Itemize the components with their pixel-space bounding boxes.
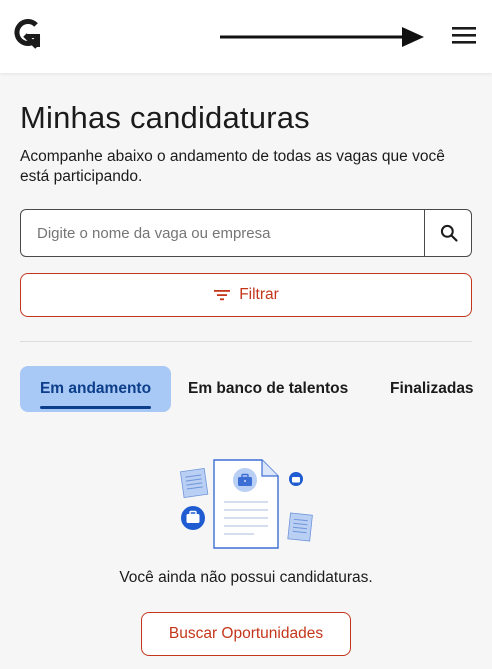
applications-tabs: Em andamento Em banco de talentos Finali… [20,366,492,412]
search-icon [440,224,458,242]
tab-label: Em andamento [39,380,152,397]
document-sheet-left [179,467,209,498]
tab-em-andamento[interactable]: Em andamento [20,366,171,412]
briefcase-badge-right [289,472,303,486]
search-button[interactable] [424,210,471,256]
main-document [213,459,279,549]
search-bar [20,209,472,257]
tab-label: Em banco de talentos [188,380,349,397]
section-divider [20,341,472,342]
active-tab-indicator [40,406,151,409]
page-title: Minhas candidaturas [20,100,310,135]
app-header [0,0,492,73]
documents-illustration [179,459,313,549]
document-sheet-right [287,512,313,542]
arrow-right-icon [220,27,424,47]
search-opportunities-label: Buscar Oportunidades [168,625,324,642]
search-opportunities-button[interactable]: Buscar Oportunidades [141,612,351,656]
search-input[interactable] [21,210,424,256]
hamburger-menu-button[interactable] [450,24,478,48]
empty-state-message: Você ainda não possui candidaturas. [119,569,373,586]
gupy-logo-icon[interactable] [12,19,42,49]
filter-icon [214,290,231,301]
hamburger-menu-icon [452,27,476,44]
tab-em-banco-de-talentos[interactable]: Em banco de talentos [188,366,348,412]
briefcase-badge-left [181,506,205,530]
tab-finalizadas[interactable]: Finalizadas [390,366,474,412]
tab-label: Finalizadas [390,380,474,397]
filter-button[interactable]: Filtrar [20,273,472,317]
page-subtitle: Acompanhe abaixo o andamento de todas as… [20,148,445,185]
filter-label: Filtrar [239,286,279,303]
